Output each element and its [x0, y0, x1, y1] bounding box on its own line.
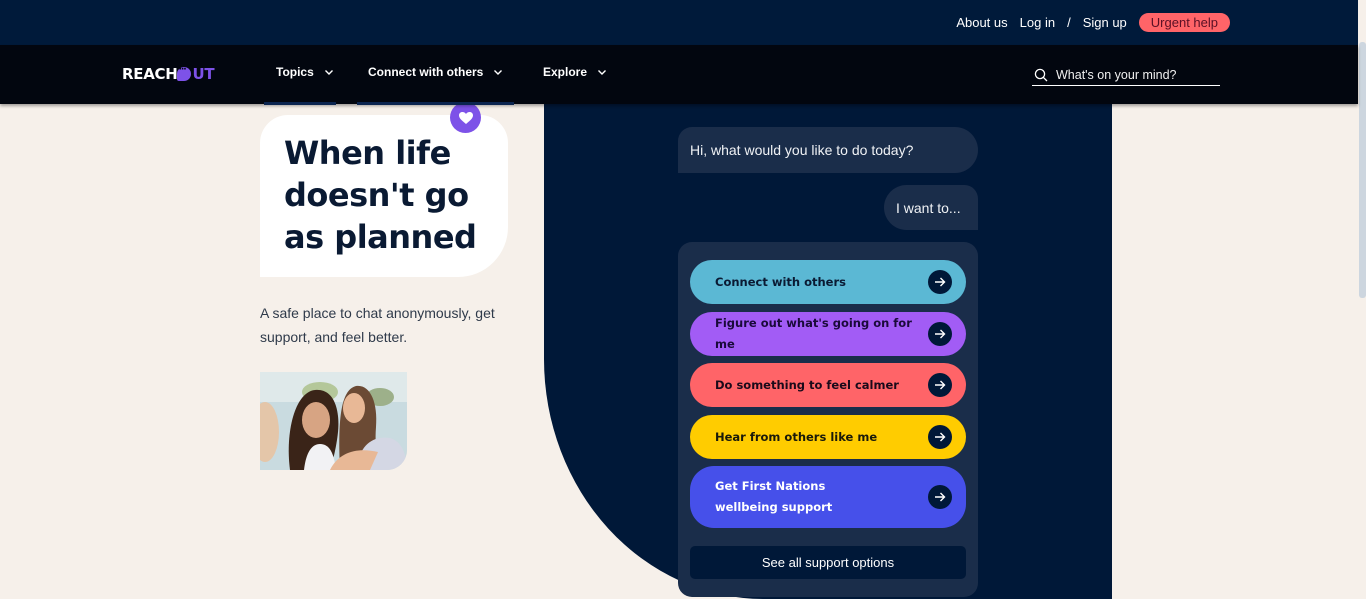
hero-tagline: A safe place to chat anonymously, get su…	[260, 305, 495, 345]
nav-item-topics[interactable]: Topics	[276, 65, 334, 79]
logo-text-reach: REACH	[122, 65, 178, 83]
logo-text-out: UT	[177, 65, 215, 83]
option-label: Hear from others like me	[715, 429, 878, 444]
chevron-down-icon	[324, 70, 333, 75]
user-message-bubble: I want to...	[884, 185, 978, 230]
bot-message-text: Hi, what would you like to do today?	[690, 142, 914, 158]
nav-item-label: Connect with others	[368, 65, 484, 79]
nav-item-label: Topics	[276, 65, 314, 79]
option-label: Do something to feel calmer	[715, 377, 899, 392]
option-connect-with-others[interactable]: Connect with others	[690, 260, 966, 304]
chevron-down-icon	[494, 70, 503, 75]
nav-hover-underline	[357, 102, 514, 105]
arrow-right-icon	[928, 270, 952, 294]
search-field	[1032, 64, 1220, 86]
chevron-down-icon	[598, 70, 607, 75]
option-hear-from-others[interactable]: Hear from others like me	[690, 415, 966, 459]
signup-link[interactable]: Sign up	[1083, 15, 1127, 30]
arrow-right-icon	[928, 425, 952, 449]
see-all-support-options-button[interactable]: See all support options	[690, 546, 966, 579]
page-headline: When life doesn't go as planned	[284, 134, 477, 256]
heart-badge	[450, 102, 481, 133]
main-nav: REACH UT Topics Connect with others Expl…	[0, 45, 1358, 104]
auth-separator: /	[1067, 15, 1071, 30]
option-label: Get First Nations wellbeing support	[715, 479, 833, 514]
nav-item-explore[interactable]: Explore	[543, 65, 607, 79]
search-input[interactable]	[1056, 67, 1206, 82]
arrow-right-icon	[928, 373, 952, 397]
login-link[interactable]: Log in	[1020, 15, 1055, 30]
utility-bar: About us Log in / Sign up Urgent help	[0, 0, 1358, 45]
user-message-text: I want to...	[896, 199, 961, 216]
scrollbar-thumb[interactable]	[1359, 42, 1366, 298]
option-feel-calmer[interactable]: Do something to feel calmer	[690, 363, 966, 407]
option-label: Figure out what's going on for me	[715, 316, 912, 351]
option-first-nations-support[interactable]: Get First Nations wellbeing support	[690, 466, 966, 528]
nav-item-label: Explore	[543, 65, 588, 79]
urgent-help-button[interactable]: Urgent help	[1138, 13, 1230, 32]
heart-icon	[458, 111, 473, 124]
arrow-right-icon	[928, 485, 952, 509]
nav-hover-underline	[264, 102, 336, 105]
about-us-link[interactable]: About us	[956, 15, 1007, 30]
logo-text-ut: UT	[192, 65, 215, 83]
friends-photo-illustration	[260, 372, 407, 470]
nav-item-connect-with-others[interactable]: Connect with others	[368, 65, 503, 79]
search-icon	[1034, 68, 1048, 81]
hero-photo	[260, 372, 407, 470]
option-label: Connect with others	[715, 274, 846, 289]
bot-message-bubble: Hi, what would you like to do today?	[678, 127, 978, 173]
arrow-right-icon	[928, 322, 952, 346]
reachout-logo[interactable]: REACH UT	[122, 65, 215, 83]
chat-bubble-logo-icon	[177, 65, 192, 81]
option-figure-out[interactable]: Figure out what's going on for me	[690, 312, 966, 356]
